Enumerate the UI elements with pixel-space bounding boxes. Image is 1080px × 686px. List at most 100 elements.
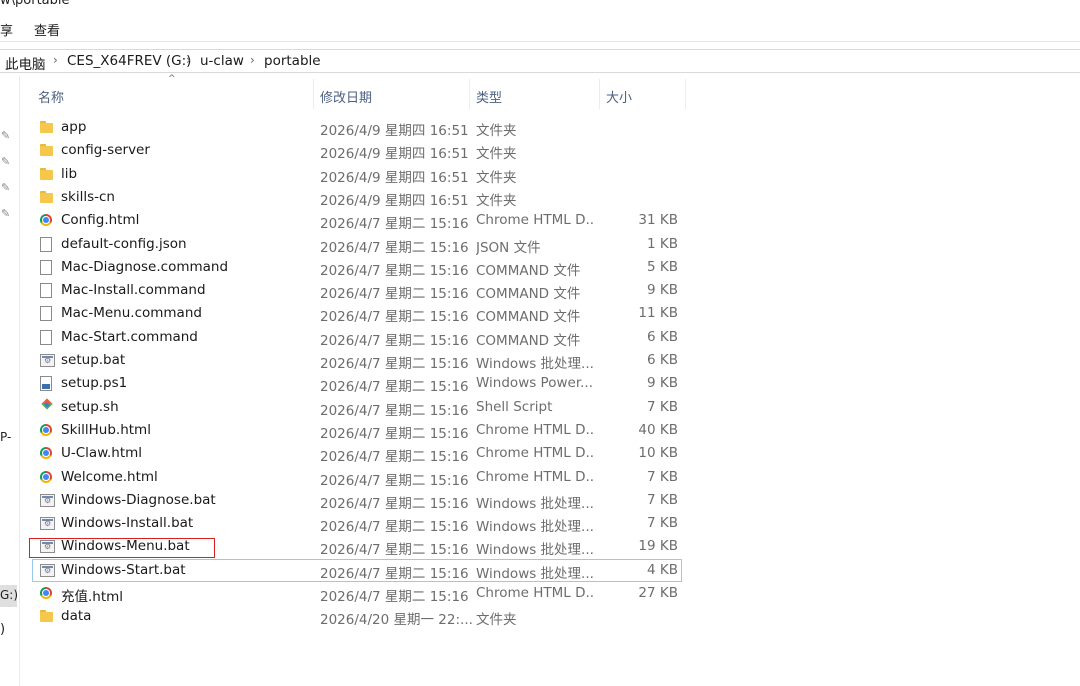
file-row[interactable]: config-server 2026/4/9 星期四 16:51 文件夹 (32, 139, 682, 162)
file-modified-date: 2026/4/7 星期二 15:16 (320, 286, 469, 303)
file-size: 7 KB (647, 491, 678, 508)
breadcrumb-u-claw[interactable]: u-claw (200, 53, 244, 69)
document-icon (40, 283, 52, 299)
file-row[interactable]: skills-cn 2026/4/9 星期四 16:51 文件夹 (32, 186, 682, 209)
breadcrumb-this-pc[interactable]: 此电脑 (5, 53, 46, 73)
pin-icon[interactable]: ✎ (1, 208, 13, 220)
pin-icon[interactable]: ✎ (1, 130, 13, 142)
file-row[interactable]: Mac-Start.command 2026/4/7 星期二 15:16 COMMA… (32, 326, 682, 349)
chrome-icon (40, 587, 52, 599)
chevron-right-icon[interactable]: › (53, 53, 58, 67)
file-row[interactable]: Welcome.html 2026/4/7 星期二 15:16 Chrome HTM… (32, 466, 682, 489)
batch-file-icon (40, 354, 55, 367)
file-name: SkillHub.html (61, 421, 151, 438)
file-modified-date: 2026/4/7 星期二 15:16 (320, 495, 469, 512)
file-row[interactable]: 充值.html 2026/4/7 星期二 15:16 Chrome HTML D..… (32, 582, 682, 605)
file-size: 6 KB (647, 352, 678, 368)
chrome-icon (40, 470, 52, 483)
column-header-type[interactable]: 类型 (476, 87, 502, 117)
file-name: Mac-Diagnose.command (61, 258, 229, 275)
file-row[interactable]: Mac-Install.command 2026/4/7 星期二 15:16 COM… (32, 279, 682, 302)
file-size: 19 KB (638, 538, 678, 555)
file-row[interactable]: Config.html 2026/4/7 星期二 15:16 Chrome HTML… (32, 209, 682, 232)
file-size: 9 KB (647, 282, 678, 299)
file-row[interactable]: Mac-Menu.command 2026/4/7 星期二 15:16 COMMAN… (32, 302, 682, 325)
tab-view[interactable]: 查看 (34, 20, 60, 39)
file-row[interactable]: Mac-Diagnose.command 2026/4/7 星期二 15:16 CO… (32, 256, 682, 279)
file-size: 31 KB (638, 212, 678, 229)
file-size: 1 KB (647, 235, 678, 252)
column-header-name[interactable]: 名称 (38, 87, 64, 117)
column-divider[interactable] (469, 79, 470, 109)
file-size: 40 KB (638, 421, 678, 438)
file-row[interactable]: setup.sh 2026/4/7 星期二 15:16 Shell Script 7 … (32, 396, 682, 419)
nav-item-fragment: ) (0, 622, 6, 637)
file-modified-date: 2026/4/7 星期二 15:16 (320, 425, 469, 442)
file-modified-date: 2026/4/7 星期二 15:16 (320, 589, 469, 605)
pin-icon[interactable]: ✎ (1, 156, 13, 168)
file-row[interactable]: setup.bat 2026/4/7 星期二 15:16 Windows 批处理..… (32, 349, 682, 372)
folder-icon (40, 120, 54, 135)
file-row[interactable]: lib 2026/4/9 星期四 16:51 文件夹 (32, 163, 682, 186)
file-name: data (61, 608, 92, 625)
file-name: Mac-Menu.command (61, 305, 202, 322)
batch-file-icon (40, 517, 55, 531)
chevron-right-icon[interactable]: › (250, 53, 255, 67)
file-row[interactable]: SkillHub.html 2026/4/7 星期二 15:16 Chrome HT… (32, 419, 682, 442)
file-modified-date: 2026/4/7 星期二 15:16 (320, 309, 469, 326)
ribbon-divider (0, 41, 1080, 42)
column-header-size[interactable]: 大小 (606, 87, 632, 117)
breadcrumb-drive[interactable]: CES_X64FREV (G:) (67, 53, 191, 69)
file-name: Welcome.html (61, 468, 158, 485)
file-size: 10 KB (638, 445, 678, 462)
sort-ascending-icon: ^ (168, 74, 176, 84)
file-type: Windows 批处理... (476, 519, 594, 536)
nav-item-fragment[interactable]: P- (0, 430, 11, 444)
breadcrumb-portable[interactable]: portable (264, 53, 321, 69)
file-type: 文件夹 (476, 169, 517, 186)
file-name: Mac-Start.command (61, 328, 198, 345)
chrome-icon (40, 423, 52, 436)
file-type: COMMAND 文件 (476, 262, 581, 279)
file-size: 11 KB (638, 305, 678, 322)
file-type: COMMAND 文件 (476, 309, 581, 326)
file-modified-date: 2026/4/7 星期二 15:16 (320, 379, 469, 396)
chevron-right-icon[interactable]: › (186, 53, 191, 67)
file-row[interactable]: setup.ps1 2026/4/7 星期二 15:16 Windows Power… (32, 372, 682, 395)
file-row[interactable]: data 2026/4/20 星期一 22:... 文件夹 (32, 605, 682, 628)
file-row[interactable]: Windows-Diagnose.bat 2026/4/7 星期二 15:16 Wi… (32, 489, 682, 512)
folder-icon (40, 167, 54, 182)
pin-icon[interactable]: ✎ (1, 182, 13, 194)
folder-icon (40, 190, 54, 205)
column-header-date[interactable]: 修改日期 (320, 87, 372, 117)
file-size: 7 KB (647, 398, 678, 415)
file-modified-date: 2026/4/9 星期四 16:51 (320, 146, 469, 163)
file-name: setup.sh (61, 398, 119, 415)
window-title: w\portable (0, 0, 70, 8)
file-type: COMMAND 文件 (476, 286, 581, 303)
file-row[interactable]: Windows-Start.bat 2026/4/7 星期二 15:16 Windo… (32, 558, 682, 582)
file-row[interactable]: default-config.json 2026/4/7 星期二 15:16 JSO… (32, 233, 682, 256)
column-divider[interactable] (599, 79, 600, 109)
file-size: 5 KB (647, 258, 678, 275)
file-modified-date: 2026/4/7 星期二 15:16 (320, 239, 469, 256)
tab-share[interactable]: 享 (0, 20, 13, 39)
file-name: 充值.html (61, 589, 124, 605)
highlight-annotation-box (29, 538, 215, 558)
file-name: Windows-Install.bat (61, 515, 194, 532)
file-row[interactable]: app 2026/4/9 星期四 16:51 文件夹 (32, 116, 682, 139)
file-modified-date: 2026/4/7 星期二 15:16 (320, 449, 469, 466)
file-row[interactable]: Windows-Install.bat 2026/4/7 星期二 15:16 Win… (32, 512, 682, 535)
column-divider[interactable] (685, 79, 686, 109)
nav-item-drive-label: G:) (0, 588, 19, 602)
file-type: Chrome HTML D... (476, 445, 594, 462)
file-type: 文件夹 (476, 123, 517, 139)
file-type: Windows 批处理... (476, 356, 594, 372)
chrome-icon (40, 214, 52, 227)
file-type: COMMAND 文件 (476, 332, 581, 349)
file-row[interactable]: U-Claw.html 2026/4/7 星期二 15:16 Chrome HTML… (32, 442, 682, 465)
file-modified-date: 2026/4/7 星期二 15:16 (320, 402, 469, 419)
file-modified-date: 2026/4/7 星期二 15:16 (320, 565, 469, 582)
file-modified-date: 2026/4/20 星期一 22:... (320, 612, 473, 629)
column-divider[interactable] (313, 79, 314, 109)
